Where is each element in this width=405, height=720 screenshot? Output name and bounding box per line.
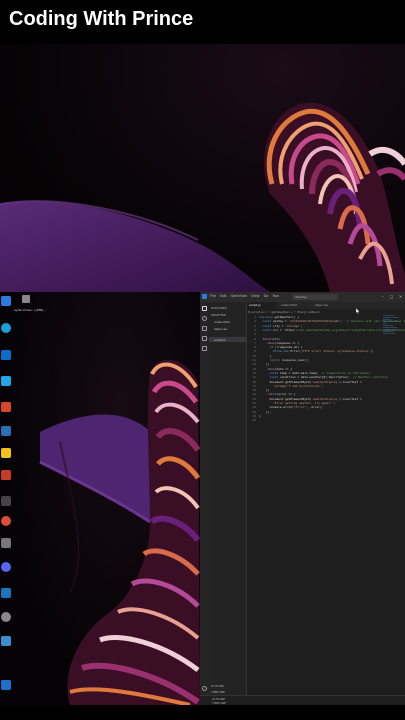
explorer-icon[interactable] <box>202 306 207 311</box>
tab-index-html[interactable]: index.html <box>279 302 311 309</box>
maximize-icon[interactable]: □ <box>389 294 394 299</box>
timeline-section[interactable]: TIMELINE <box>211 690 225 694</box>
app-icon[interactable] <box>1 680 11 690</box>
tab-script-js[interactable]: script.js <box>247 302 277 309</box>
menu-selection[interactable]: Selection <box>231 294 247 298</box>
app-icon[interactable] <box>1 376 11 386</box>
app-icon[interactable] <box>1 538 11 548</box>
status-bar: OUTLINE TIMELINE <box>200 695 405 705</box>
app-icon[interactable] <box>1 496 11 506</box>
code-area[interactable]: 1 function getWeather() {2 const apiKey =… <box>248 315 405 685</box>
desktop-folder-label: ayde mmes.. ((XMI).. <box>14 308 46 312</box>
app-icon[interactable] <box>1 636 11 646</box>
editor-tabs: script.js index.html style.css <box>247 302 405 309</box>
explorer-header: EXPLORER <box>211 306 227 310</box>
folder-icon[interactable] <box>22 295 30 303</box>
file-script-js[interactable]: script.js <box>214 338 226 342</box>
wallpaper-desktop-art <box>39 359 200 705</box>
menu-view[interactable]: View <box>251 294 259 298</box>
wallpaper-art <box>0 102 405 292</box>
editor-title-bar: File Edit Selection View Go Run Weather … <box>200 292 405 302</box>
menu-bar: File Edit Selection View Go Run <box>210 294 282 298</box>
app-icon[interactable] <box>1 612 11 622</box>
close-icon[interactable]: × <box>398 294 403 299</box>
app-icon[interactable] <box>1 470 11 480</box>
account-icon[interactable] <box>202 686 207 691</box>
menu-go[interactable]: Go <box>264 294 269 298</box>
app-icon[interactable] <box>1 426 11 436</box>
file-index-html[interactable]: index.html <box>214 320 230 324</box>
menu-run[interactable]: Run <box>273 294 280 298</box>
code-line: throw new Error(`HTTP error! Status: ${r… <box>272 349 374 354</box>
menu-edit[interactable]: Edit <box>220 294 227 298</box>
desktop: ayde mmes.. ((XMI).. <box>0 292 200 705</box>
minimize-icon[interactable]: – <box>380 294 385 299</box>
file-style-css[interactable]: style.css <box>214 327 227 331</box>
video-bottom-bar <box>0 705 405 720</box>
activity-bar <box>200 302 209 705</box>
app-icon[interactable] <box>1 402 11 412</box>
tab-style-css[interactable]: style.css <box>313 302 343 309</box>
run-debug-icon[interactable] <box>202 336 207 341</box>
video-title: Coding With Prince <box>9 8 194 30</box>
minimap[interactable] <box>383 315 401 355</box>
wallpaper-top <box>0 44 405 292</box>
desktop-icon-column <box>0 292 14 705</box>
app-icon[interactable] <box>1 562 11 572</box>
app-icon[interactable] <box>1 296 11 306</box>
code-editor-window: File Edit Selection View Go Run Weather … <box>200 292 405 705</box>
mouse-cursor-icon <box>356 308 360 314</box>
breadcrumb[interactable]: JS script.js > ☉ getWeather > ☉ then() c… <box>248 310 320 314</box>
outline-section[interactable]: OUTLINE <box>211 684 224 688</box>
line-number: 25 <box>252 418 256 423</box>
app-icon[interactable] <box>1 588 11 598</box>
app-icon[interactable] <box>1 448 11 458</box>
explorer-sidebar: EXPLORER WEATHER index.html style.css sc… <box>209 302 247 695</box>
app-icon[interactable] <box>1 323 11 333</box>
extensions-icon[interactable] <box>202 346 207 351</box>
project-folder[interactable]: WEATHER <box>211 313 226 317</box>
code-line: } <box>259 413 261 418</box>
search-icon[interactable] <box>202 316 207 321</box>
menu-file[interactable]: File <box>210 294 216 298</box>
command-center-search[interactable]: Weather <box>292 294 338 300</box>
video-title-bar: Coding With Prince <box>0 0 405 44</box>
app-logo-icon <box>202 294 207 299</box>
app-icon[interactable] <box>1 516 11 526</box>
app-icon[interactable] <box>1 350 11 360</box>
source-control-icon[interactable] <box>202 326 207 331</box>
